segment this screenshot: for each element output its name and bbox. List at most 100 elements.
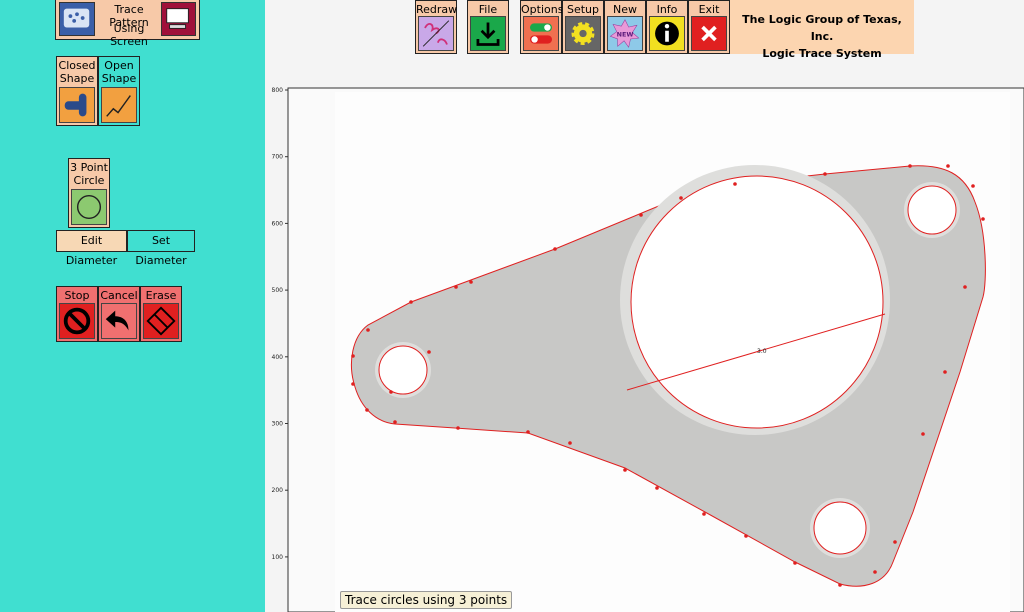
erase-label: Erase	[145, 289, 177, 302]
trace-point[interactable]	[943, 370, 947, 374]
trace-point[interactable]	[365, 408, 369, 412]
trace-screen-icon	[59, 2, 95, 36]
erase-button[interactable]: Erase	[140, 286, 182, 342]
y-tick-label: 200	[272, 487, 284, 494]
closed-shape-label-1: Closed	[58, 59, 96, 72]
file-button[interactable]: File	[467, 0, 509, 54]
open-shape-label-1: Open	[104, 59, 134, 72]
stop-button[interactable]: Stop	[56, 286, 98, 342]
trace-point[interactable]	[702, 512, 706, 516]
three-point-circle-button[interactable]: 3 Point Circle	[68, 158, 110, 228]
y-tick-label: 600	[272, 220, 284, 227]
circle-label-1: 3 Point	[70, 161, 108, 174]
y-tick-label: 800	[272, 87, 284, 94]
trace-point[interactable]	[568, 441, 572, 445]
stop-label: Stop	[64, 289, 90, 302]
monitor-icon	[161, 2, 196, 36]
gasket-bottom-hole-inner	[813, 501, 867, 555]
open-shape-icon	[101, 87, 137, 123]
cancel-label: Cancel	[100, 289, 138, 302]
trace-point[interactable]	[553, 247, 557, 251]
new-badge-text: NEW	[617, 30, 634, 38]
gasket-large-hole-inner	[630, 175, 884, 429]
circle-label-2: Circle	[73, 174, 105, 187]
circle-icon	[71, 189, 107, 225]
trace-point[interactable]	[733, 182, 737, 186]
trace-point[interactable]	[946, 164, 950, 168]
trace-point[interactable]	[838, 583, 842, 587]
y-tick-label: 700	[272, 154, 284, 161]
closed-shape-button[interactable]: Closed Shape	[56, 56, 98, 126]
eraser-icon	[143, 303, 179, 339]
closed-shape-label-2: Shape	[59, 72, 95, 85]
new-badge-icon: NEW	[607, 16, 643, 51]
y-tick-label: 300	[272, 421, 284, 428]
edit-diameter-label: Edit Diameter	[65, 234, 118, 267]
trace-plot[interactable]: 800 700 600 500 400 300 200 100 3.0	[265, 82, 1024, 612]
trace-pattern-button[interactable]: Trace Pattern Using Screen	[55, 0, 200, 48]
new-button[interactable]: New NEW	[604, 0, 646, 54]
trace-point[interactable]	[366, 328, 370, 332]
trace-point[interactable]	[981, 217, 985, 221]
trace-point[interactable]	[469, 280, 473, 284]
file-label: File	[478, 3, 498, 16]
y-tick-label: 100	[272, 554, 284, 561]
open-shape-button[interactable]: Open Shape	[98, 56, 140, 126]
open-shape-label-2: Shape	[101, 72, 137, 85]
trace-point[interactable]	[908, 164, 912, 168]
redraw-button[interactable]: Redraw	[415, 0, 457, 54]
redraw-icon	[418, 16, 454, 51]
set-diameter-button[interactable]: Set Diameter	[127, 230, 195, 267]
trace-point[interactable]	[823, 172, 827, 176]
redraw-label: Redraw	[416, 3, 458, 16]
exit-button[interactable]: Exit	[688, 0, 730, 54]
trace-point[interactable]	[873, 570, 877, 574]
trace-point[interactable]	[526, 430, 530, 434]
set-diameter-label: Set Diameter	[135, 234, 187, 267]
undo-arrow-icon	[101, 303, 137, 339]
setup-button[interactable]: Setup	[562, 0, 604, 54]
y-axis: 800 700 600 500 400 300 200 100	[272, 87, 288, 561]
setup-label: Setup	[566, 3, 600, 16]
status-message: Trace circles using 3 points	[340, 591, 513, 609]
gasket-top-hole-inner	[907, 185, 957, 235]
options-button[interactable]: Options	[520, 0, 564, 54]
trace-point[interactable]	[427, 350, 431, 354]
exit-label: Exit	[698, 3, 720, 16]
trace-point[interactable]	[351, 382, 355, 386]
product-name: Logic Trace System	[762, 47, 882, 60]
trace-point[interactable]	[639, 213, 643, 217]
gasket-left-hole-inner	[378, 345, 428, 395]
trace-point[interactable]	[393, 420, 397, 424]
new-label: New	[613, 3, 637, 16]
info-icon	[649, 16, 685, 51]
trace-point[interactable]	[623, 468, 627, 472]
y-tick-label: 400	[272, 354, 284, 361]
cancel-button[interactable]: Cancel	[98, 286, 140, 342]
diameter-label: 3.0	[757, 348, 767, 355]
trace-point[interactable]	[409, 300, 413, 304]
closed-shape-icon	[59, 87, 95, 123]
sidebar: Trace Pattern Using Screen Closed Shape …	[0, 0, 265, 612]
trace-point[interactable]	[655, 486, 659, 490]
info-label: Info	[656, 3, 678, 16]
trace-point[interactable]	[454, 285, 458, 289]
gear-icon	[565, 16, 601, 51]
trace-point[interactable]	[351, 354, 355, 358]
trace-point[interactable]	[893, 540, 897, 544]
options-label: Options	[521, 3, 564, 16]
trace-label-2: Using Screen	[110, 22, 148, 48]
trace-point[interactable]	[679, 196, 683, 200]
info-button[interactable]: Info	[646, 0, 688, 54]
trace-point[interactable]	[921, 432, 925, 436]
trace-point[interactable]	[793, 561, 797, 565]
trace-point[interactable]	[963, 285, 967, 289]
stop-icon	[59, 303, 95, 339]
trace-point[interactable]	[389, 390, 393, 394]
trace-point[interactable]	[456, 426, 460, 430]
y-tick-label: 500	[272, 287, 284, 294]
trace-point[interactable]	[744, 534, 748, 538]
edit-diameter-button[interactable]: Edit Diameter	[56, 230, 127, 267]
close-icon	[691, 16, 727, 51]
trace-point[interactable]	[971, 184, 975, 188]
